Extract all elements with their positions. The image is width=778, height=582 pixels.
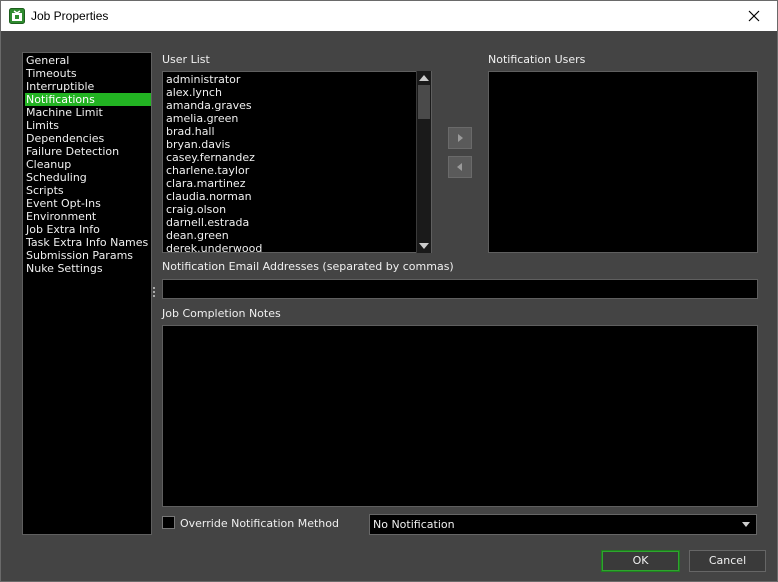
user-list-item[interactable]: administrator xyxy=(166,73,240,86)
cancel-button[interactable]: Cancel xyxy=(689,550,766,572)
notification-users-label: Notification Users xyxy=(488,53,586,66)
user-list-label: User List xyxy=(162,53,210,66)
user-list-item[interactable]: alex.lynch xyxy=(166,86,222,99)
window-title: Job Properties xyxy=(31,9,109,23)
remove-user-button[interactable] xyxy=(448,156,472,178)
override-notification-checkbox[interactable] xyxy=(162,516,175,529)
user-list-scrollbar[interactable] xyxy=(416,71,431,253)
nav-item-event-opt-ins[interactable]: Event Opt-Ins xyxy=(25,197,151,210)
category-list[interactable]: General Timeouts Interruptible Notification… xyxy=(22,52,152,535)
nav-item-scripts[interactable]: Scripts xyxy=(25,184,151,197)
user-list-item[interactable]: dean.green xyxy=(166,229,229,242)
user-list-item[interactable]: clara.martinez xyxy=(166,177,245,190)
app-icon xyxy=(9,8,25,24)
job-properties-dialog: Job Properties General Timeouts Interrupti… xyxy=(0,0,778,582)
user-list-item[interactable]: amanda.graves xyxy=(166,99,252,112)
notification-method-select[interactable]: No Notification xyxy=(369,514,757,535)
notification-users-list[interactable] xyxy=(488,71,758,253)
user-list-item[interactable]: craig.olson xyxy=(166,203,226,216)
nav-item-timeouts[interactable]: Timeouts xyxy=(25,67,151,80)
override-label: Override Notification Method xyxy=(180,517,339,530)
user-list[interactable]: administrator alex.lynch amanda.graves amel… xyxy=(162,71,432,255)
scroll-down-icon[interactable] xyxy=(419,243,429,249)
user-list-item[interactable]: derek.underwood xyxy=(166,242,262,255)
nav-item-interruptible[interactable]: Interruptible xyxy=(25,80,151,93)
nav-item-submission-params[interactable]: Submission Params xyxy=(25,249,151,262)
nav-item-failure-detection[interactable]: Failure Detection xyxy=(25,145,151,158)
nav-item-machine-limit[interactable]: Machine Limit xyxy=(25,106,151,119)
nav-item-dependencies[interactable]: Dependencies xyxy=(25,132,151,145)
email-label: Notification Email Addresses (separated … xyxy=(162,260,454,273)
user-list-item[interactable]: darnell.estrada xyxy=(166,216,249,229)
nav-item-environment[interactable]: Environment xyxy=(25,210,151,223)
add-user-button[interactable] xyxy=(448,127,472,149)
close-icon xyxy=(748,10,760,22)
scroll-up-icon[interactable] xyxy=(419,75,429,81)
chevron-down-icon xyxy=(742,522,750,527)
nav-item-job-extra-info[interactable]: Job Extra Info xyxy=(25,223,151,236)
title-bar: Job Properties xyxy=(1,1,777,31)
nav-item-general[interactable]: General xyxy=(25,54,151,67)
nav-item-scheduling[interactable]: Scheduling xyxy=(25,171,151,184)
job-completion-notes[interactable] xyxy=(162,325,758,507)
notification-method-value: No Notification xyxy=(373,518,455,531)
user-list-item[interactable]: casey.fernandez xyxy=(166,151,255,164)
user-list-item[interactable]: claudia.norman xyxy=(166,190,252,203)
user-list-item[interactable]: charlene.taylor xyxy=(166,164,249,177)
email-input[interactable] xyxy=(162,279,758,299)
nav-item-notifications[interactable]: Notifications xyxy=(25,93,151,106)
close-button[interactable] xyxy=(731,1,777,31)
user-list-item[interactable]: amelia.green xyxy=(166,112,238,125)
nav-item-limits[interactable]: Limits xyxy=(25,119,151,132)
user-list-item[interactable]: bryan.davis xyxy=(166,138,230,151)
arrow-right-icon xyxy=(458,134,463,142)
user-list-item[interactable]: brad.hall xyxy=(166,125,215,138)
ok-button[interactable]: OK xyxy=(601,550,680,572)
nav-item-cleanup[interactable]: Cleanup xyxy=(25,158,151,171)
splitter-handle[interactable] xyxy=(153,287,156,301)
nav-item-nuke-settings[interactable]: Nuke Settings xyxy=(25,262,151,275)
notes-label: Job Completion Notes xyxy=(162,307,281,320)
nav-item-task-extra-info-names[interactable]: Task Extra Info Names xyxy=(25,236,151,249)
scrollbar-thumb[interactable] xyxy=(418,85,430,119)
arrow-left-icon xyxy=(457,163,462,171)
